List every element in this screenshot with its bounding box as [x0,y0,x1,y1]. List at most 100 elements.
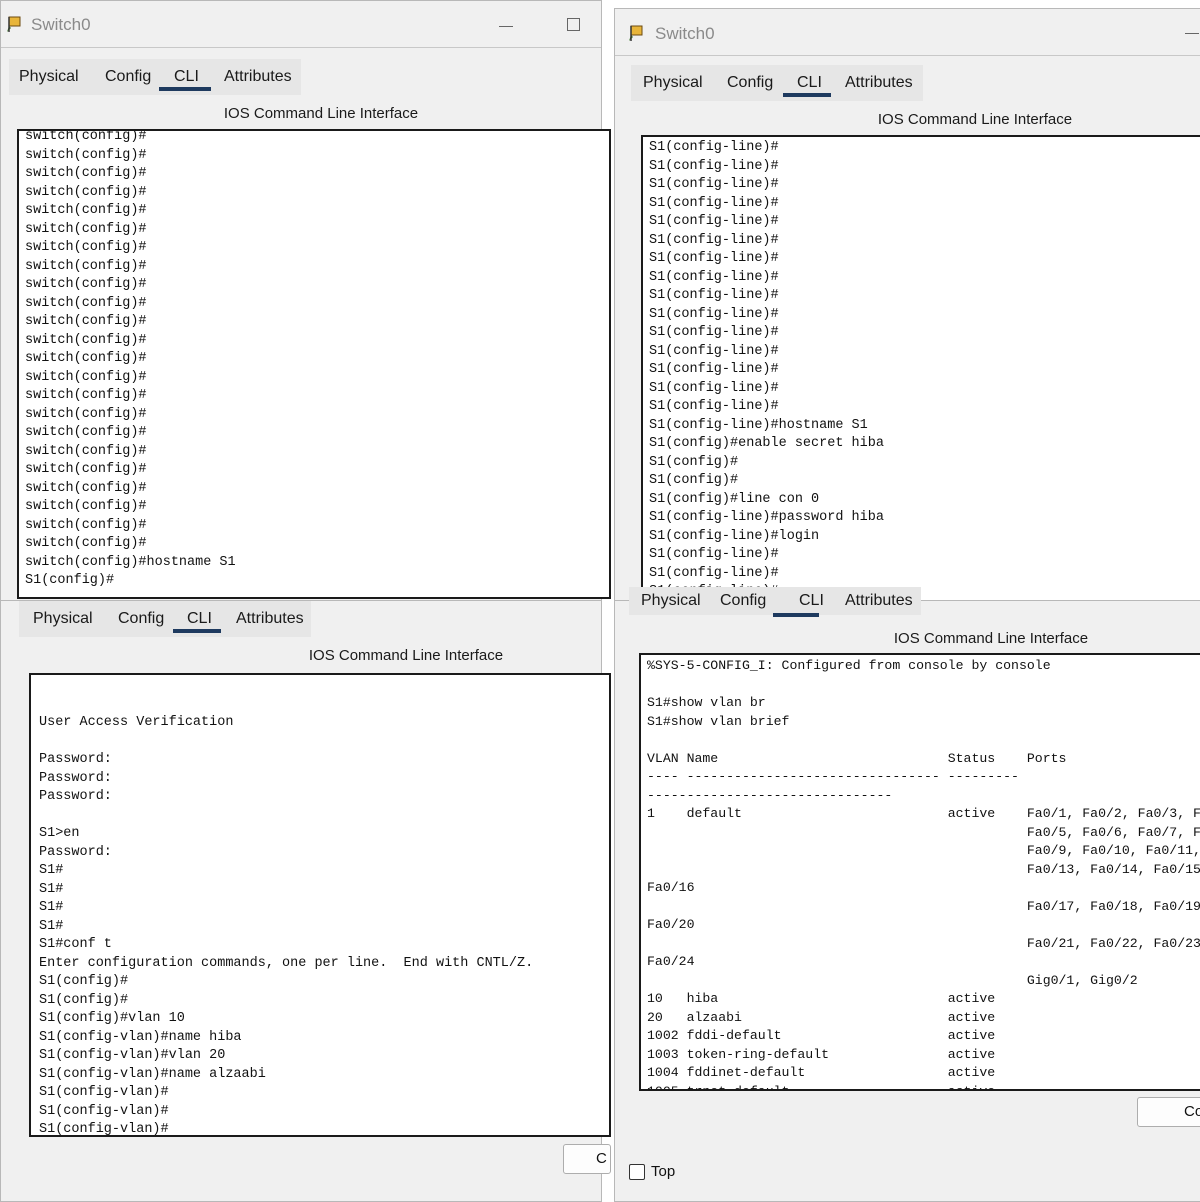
console-line: 10 hiba active [647,991,996,1006]
copy-button[interactable]: Copy [1137,1097,1200,1127]
console-line: Fa0/16 [647,880,695,895]
tab-bar: Physical Config CLI Attributes [631,65,923,101]
console-line: switch(config)# [25,258,147,274]
tab-physical[interactable]: Physical [643,65,703,101]
console-line: S1(config)# [25,573,115,588]
console-line: switch(config)# [25,480,147,496]
minimize-icon[interactable] [499,26,513,27]
active-tab-indicator [773,613,819,617]
console-line: 1003 token-ring-default active [647,1046,996,1062]
console-text: switch(config)# switch(config)# switch(con… [19,131,609,591]
console-line: S1(config-line)# [649,177,779,192]
console-line: switch(config)# [25,499,147,514]
console-line: Password: [39,844,112,860]
active-tab-indicator [159,87,211,91]
cli-console[interactable]: switch(config)# switch(config)# switch(con… [17,129,611,599]
tab-physical[interactable]: Physical [641,587,701,615]
switch0-window-1: Switch0 Physical Config CLI Attributes I… [0,0,611,602]
top-checkbox-label: Top [651,1163,676,1180]
console-line: S1(config)#enable secret hiba [649,436,884,451]
console-line: S1#conf t [39,937,112,952]
cli-heading: IOS Command Line Interface [893,630,1089,647]
tab-physical[interactable]: Physical [19,59,79,95]
console-line: 1 default active Fa0/1, Fa0/2, Fa0/3, Fa… [647,806,1200,821]
console-line: switch(config)# [25,221,147,237]
console-line: S1(config-vlan)#name hiba [39,1029,242,1045]
console-line: S1(config-line)# [649,343,779,359]
console-line: S1(config)#vlan 10 [39,1011,185,1026]
console-line: switch(config)# [25,388,147,403]
console-line: S1(config-line)# [649,288,779,303]
cli-console[interactable]: User Access Verification Password: Passwor… [29,673,611,1137]
console-line: switch(config)# [25,295,147,311]
console-line: S1(config-line)# [649,140,779,155]
tab-config[interactable]: Config [105,59,151,95]
console-line: S1# [39,863,64,878]
console-line: Password: [39,752,112,767]
console-line: ------------------------------- [647,787,893,803]
tab-config[interactable]: Config [720,587,766,615]
active-tab-indicator [783,93,831,97]
cli-console[interactable]: %SYS-5-CONFIG_I: Configured from console… [639,653,1200,1091]
tab-config[interactable]: Config [118,601,164,637]
tab-physical[interactable]: Physical [33,601,93,637]
tab-cli[interactable]: CLI [799,587,824,615]
console-line: S1(config-line)# [649,232,779,248]
console-line: switch(config)# [25,443,147,459]
cli-heading: IOS Command Line Interface [877,111,1073,128]
console-line: Password: [39,789,112,804]
console-line: switch(config)# [25,147,147,163]
console-line: Password: [39,770,112,786]
maximize-icon[interactable] [567,18,580,31]
console-line: S1(config-vlan)# [39,1122,169,1137]
console-line: switch(config)# [25,406,147,422]
switch0-window-4: Physical Config CLI Attributes IOS Comma… [614,587,1200,1202]
console-line: Fa0/20 [647,917,695,932]
console-line: 1002 fddi-default active [647,1028,996,1043]
tab-attributes[interactable]: Attributes [845,65,913,101]
console-line: ---- -------------------------------- --… [647,769,1019,784]
console-line: S1(config)#line con 0 [649,491,820,507]
console-line: S1(config-line)#login [649,528,820,544]
console-line: S1(config-line)# [649,547,779,562]
packet-tracer-icon [7,16,21,32]
tab-bar: Physical Config CLI Attributes [19,601,311,637]
copy-button[interactable]: C [563,1144,611,1174]
cli-console[interactable]: S1(config-line)# S1(config-line)# S1(confi… [641,135,1200,605]
console-line: switch(config)# [25,369,147,385]
console-line: S1(config-line)# [649,195,779,211]
console-line: Fa0/24 [647,954,695,969]
console-line: switch(config)# [25,203,147,218]
console-line: switch(config)# [25,462,147,477]
minimize-icon[interactable] [1185,33,1199,34]
console-text: %SYS-5-CONFIG_I: Configured from console… [641,655,1200,1089]
console-line: S1(config-line)#password hiba [649,510,884,525]
console-line: S1(config)# [39,992,129,1008]
console-line: S1(config-line)# [649,565,779,581]
console-line: switch(config)# [25,166,147,181]
switch0-window-2: Switch0 Physical Config CLI Attributes I… [614,8,1200,605]
console-line: S1(config)# [649,454,739,470]
tab-attributes[interactable]: Attributes [224,59,292,95]
console-line: S1(config-line)# [649,399,779,414]
cli-heading: IOS Command Line Interface [308,647,504,664]
console-line: S1(config-line)# [649,325,779,340]
tab-attributes[interactable]: Attributes [236,601,304,637]
console-line: VLAN Name Status Ports [647,750,1067,766]
console-line: S1# [39,881,64,897]
console-line: switch(config)# [25,332,147,348]
console-line: S1(config-line)#hostname S1 [649,417,868,433]
console-line: S1(config-line)# [649,306,779,322]
top-checkbox[interactable] [629,1164,645,1180]
tab-config[interactable]: Config [727,65,773,101]
console-line: S1(config)# [39,974,129,989]
console-line: switch(config)# [25,425,147,440]
tab-attributes[interactable]: Attributes [845,587,913,615]
active-tab-indicator [173,629,221,633]
console-line: S1(config-vlan)#vlan 20 [39,1048,226,1063]
